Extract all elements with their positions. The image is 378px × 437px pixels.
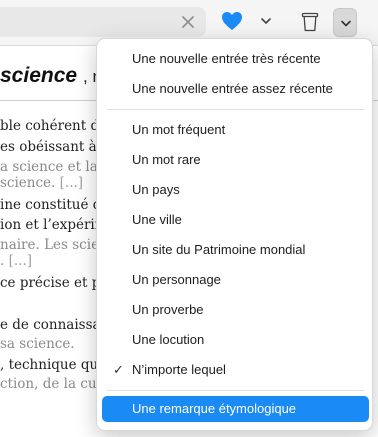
menu-item-label: Un pays: [132, 182, 180, 197]
menu-item-label: Une nouvelle entrée assez récente: [132, 81, 333, 96]
menu-item-etymology-note[interactable]: Une remarque étymologique: [102, 396, 369, 422]
filter-dropdown-menu: Une nouvelle entrée très récente Une nou…: [96, 38, 373, 431]
definition-line: ine constitué d: [0, 197, 102, 213]
more-link[interactable]: [...]: [60, 175, 83, 191]
search-input[interactable]: [0, 7, 170, 37]
example-line: science. [...]: [0, 175, 84, 191]
example-line: naire. Les scien: [0, 237, 108, 253]
chevron-down-icon: [341, 20, 351, 27]
heart-icon: [222, 12, 242, 30]
menu-item-world-heritage-site[interactable]: Un site du Patrimoine mondial: [102, 237, 369, 263]
headword: science: [0, 64, 78, 87]
menu-item-city[interactable]: Une ville: [102, 207, 369, 233]
more-link[interactable]: [...]: [9, 253, 32, 269]
menu-separator: [107, 390, 364, 391]
menu-item-frequent-word[interactable]: Un mot fréquent: [102, 117, 369, 143]
menu-item-label: Une locution: [132, 332, 205, 347]
definition-line: e de connaissar: [0, 317, 108, 333]
menu-item-phrase[interactable]: Une locution: [102, 327, 369, 353]
favorite-button[interactable]: [220, 10, 244, 32]
definition-line: ion et l’expérim: [0, 217, 108, 233]
chevron-down-icon: [261, 18, 271, 24]
menu-item-label: N’importe lequel: [132, 362, 226, 377]
delete-button[interactable]: [301, 11, 319, 33]
filter-menu-button[interactable]: [333, 8, 357, 37]
menu-item-label: Un mot fréquent: [132, 122, 226, 137]
trash-icon: [301, 12, 319, 32]
menu-item-label: Un site du Patrimoine mondial: [132, 242, 306, 257]
checkmark-icon: ✓: [113, 362, 124, 377]
menu-item-rare-word[interactable]: Un mot rare: [102, 147, 369, 173]
search-box: [0, 7, 206, 37]
example-line: sa science.: [0, 336, 75, 352]
clear-icon: [182, 16, 194, 28]
menu-item-proverb[interactable]: Un proverbe: [102, 297, 369, 323]
menu-item-country[interactable]: Un pays: [102, 177, 369, 203]
menu-item-label: Un mot rare: [132, 152, 201, 167]
clear-search-button[interactable]: [180, 14, 196, 30]
menu-item-any[interactable]: ✓ N’importe lequel: [102, 357, 369, 383]
menu-item-label: Une remarque étymologique: [132, 401, 297, 416]
menu-item-label: Une ville: [132, 212, 182, 227]
menu-item-person[interactable]: Un personnage: [102, 267, 369, 293]
definition-line: , technique qui: [0, 357, 103, 373]
menu-item-very-recent-entry[interactable]: Une nouvelle entrée très récente: [102, 46, 369, 72]
example-line: . [...]: [0, 253, 33, 269]
menu-item-label: Une nouvelle entrée très récente: [132, 51, 321, 66]
example-line: a science et la t: [0, 159, 108, 175]
favorites-menu-button[interactable]: [258, 13, 274, 29]
menu-item-label: Un proverbe: [132, 302, 204, 317]
menu-separator: [107, 109, 364, 110]
definition-line: ble cohérent de: [0, 118, 108, 134]
definition-line: es obéissant à c: [0, 139, 109, 155]
menu-item-fairly-recent-entry[interactable]: Une nouvelle entrée assez récente: [102, 76, 369, 102]
menu-item-label: Un personnage: [132, 272, 221, 287]
example-line: ction, de la cui: [0, 376, 101, 392]
definition-line: ce précise et pr: [0, 275, 107, 291]
